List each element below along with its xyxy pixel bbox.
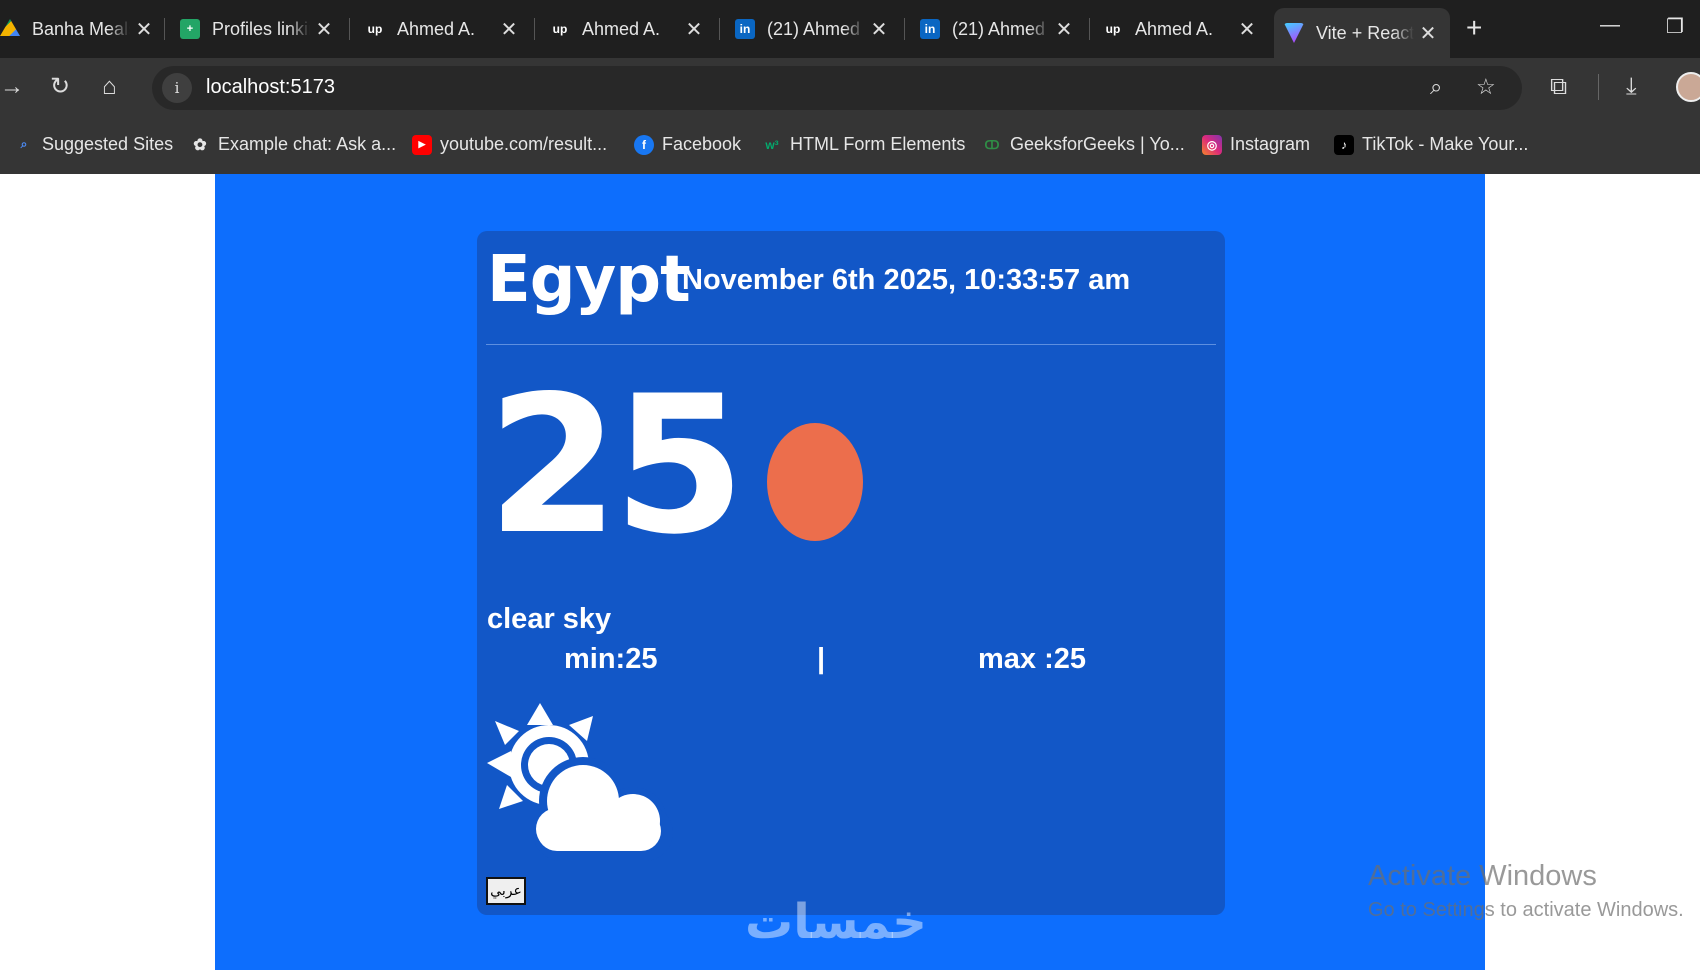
activate-windows-title: Activate Windows (1368, 860, 1597, 892)
tab-title: Banha Meals (32, 18, 130, 39)
tab-vite-react[interactable]: Vite + React ✕ (1274, 8, 1450, 58)
profile-avatar[interactable] (1676, 72, 1700, 102)
bookmark-label: TikTok - Make Your... (1362, 134, 1529, 154)
tab-separator (534, 18, 535, 40)
sun-circle-icon (767, 423, 863, 541)
close-icon[interactable]: ✕ (680, 17, 708, 42)
tab-title: (21) Ahmed (767, 18, 861, 39)
activate-windows-subtitle: Go to Settings to activate Windows. (1368, 899, 1684, 921)
tab-title: Vite + React (1316, 22, 1414, 43)
minimize-icon[interactable]: — (1600, 14, 1620, 37)
youtube-icon: ▶ (412, 134, 432, 155)
min-max-separator: | (817, 643, 826, 675)
linkedin-icon: in (920, 19, 940, 39)
tab-separator (719, 18, 720, 40)
reload-icon[interactable]: ↻ (50, 72, 70, 102)
language-toggle-button[interactable]: عربي (486, 877, 526, 905)
tab-title: Ahmed A. (1135, 18, 1214, 39)
bookmark-html-form-elements[interactable]: w³ HTML Form Elements (762, 134, 965, 155)
instagram-icon: ◎ (1202, 134, 1222, 155)
bookmark-label: Facebook (662, 134, 742, 154)
max-temperature: max :25 (978, 643, 1087, 675)
bookmarks-bar: ⌕ Suggested Sites ✿ Example chat: Ask a.… (0, 116, 1700, 174)
zoom-search-icon[interactable]: ⌕ (1430, 74, 1442, 100)
w3schools-icon: w³ (765, 137, 779, 152)
tab-strip: Banha Meals ✕ + Profiles linking ✕ up Ah… (0, 0, 1700, 58)
new-tab-plus-icon[interactable]: + (1466, 14, 1482, 42)
linkedin-icon: in (735, 19, 755, 39)
tab-separator (904, 18, 905, 40)
upwork-icon: up (1105, 22, 1121, 36)
search-icon: ⌕ (20, 137, 28, 151)
bookmark-star-icon[interactable]: ☆ (1476, 74, 1496, 100)
bookmark-label: youtube.com/result... (440, 134, 608, 154)
address-bar[interactable]: i localhost:5173 ⌕ ☆ (152, 66, 1522, 110)
date-time: November 6th 2025, 10:33:57 am (682, 264, 1131, 296)
bookmark-facebook[interactable]: f Facebook (634, 134, 741, 155)
bookmark-tiktok[interactable]: ♪ TikTok - Make Your... (1334, 134, 1528, 155)
tab-linkedin-1[interactable]: in (21) Ahmed ✕ (725, 8, 901, 50)
tab-upwork-3[interactable]: up Ahmed A. ✕ (1093, 8, 1269, 50)
facebook-icon: f (634, 134, 654, 155)
tab-upwork-2[interactable]: up Ahmed A. ✕ (540, 8, 716, 50)
close-icon[interactable]: ✕ (1233, 17, 1261, 42)
forward-arrow-icon[interactable]: → (0, 72, 24, 102)
activate-windows-notice: Activate Windows Go to Settings to activ… (1368, 860, 1684, 922)
bookmark-geeksforgeeks[interactable]: ↀ GeeksforGeeks | Yo... (982, 134, 1185, 155)
bookmark-label: HTML Form Elements (790, 134, 966, 154)
close-icon[interactable]: ✕ (495, 17, 523, 42)
tab-upwork-1[interactable]: up Ahmed A. ✕ (355, 8, 531, 50)
khamsat-watermark: خمسات (745, 894, 927, 950)
browser-toolbar: → ↻ ⌂ i localhost:5173 ⌕ ☆ ⧉ ⤓ (0, 58, 1700, 116)
tab-separator (1089, 18, 1090, 40)
bookmark-label: GeeksforGeeks | Yo... (1010, 134, 1185, 154)
tab-linkedin-2[interactable]: in (21) Ahmed ✕ (910, 8, 1086, 50)
tab-title: Ahmed A. (582, 18, 661, 39)
close-icon[interactable]: ✕ (310, 17, 338, 42)
toolbar-separator (1598, 74, 1599, 100)
close-icon[interactable]: ✕ (865, 17, 893, 42)
bookmark-youtube[interactable]: ▶ youtube.com/result... (412, 134, 607, 155)
bookmark-label: Example chat: Ask a... (218, 134, 397, 154)
restore-window-icon[interactable]: ❐ (1666, 14, 1684, 39)
home-icon[interactable]: ⌂ (102, 72, 117, 102)
download-icon[interactable]: ⤓ (1626, 72, 1637, 102)
close-icon[interactable]: ✕ (130, 17, 158, 42)
min-max-row: min:25 | max :25 (487, 643, 1215, 683)
tab-title: Profiles linking (212, 18, 310, 39)
url-text[interactable]: localhost:5173 (206, 76, 335, 99)
openai-icon: ✿ (193, 136, 207, 154)
page-viewport: Egypt November 6th 2025, 10:33:57 am 25 … (0, 174, 1700, 970)
google-sheets-icon: + (180, 19, 200, 39)
tab-profiles-linking[interactable]: + Profiles linking ✕ (170, 8, 346, 50)
tab-separator (349, 18, 350, 40)
min-temperature: min:25 (564, 643, 658, 675)
weather-description: clear sky (487, 603, 612, 635)
close-icon[interactable]: ✕ (1050, 17, 1078, 42)
tab-banha-meals[interactable]: Banha Meals ✕ (0, 8, 166, 50)
city-name: Egypt (487, 243, 691, 317)
upwork-icon: up (552, 22, 568, 36)
tiktok-icon: ♪ (1334, 134, 1354, 155)
temperature-value: 25 (487, 355, 745, 576)
extensions-puzzle-icon[interactable]: ⧉ (1550, 72, 1567, 102)
bookmark-suggested-sites[interactable]: ⌕ Suggested Sites (14, 134, 173, 155)
bookmark-instagram[interactable]: ◎ Instagram (1202, 134, 1310, 155)
tab-separator (164, 18, 165, 40)
tab-title: (21) Ahmed (952, 18, 1046, 39)
vite-icon (1284, 23, 1304, 43)
close-icon[interactable]: ✕ (1414, 21, 1442, 46)
geeksforgeeks-icon: ↀ (984, 137, 1000, 152)
divider (486, 344, 1216, 345)
sun-behind-cloud-icon (487, 703, 673, 861)
weather-card: Egypt November 6th 2025, 10:33:57 am 25 … (477, 231, 1225, 915)
bookmark-label: Suggested Sites (42, 134, 174, 154)
site-info-icon[interactable]: i (162, 73, 192, 103)
google-drive-icon (0, 19, 20, 36)
bookmark-label: Instagram (1230, 134, 1311, 154)
bookmark-chatgpt[interactable]: ✿ Example chat: Ask a... (190, 134, 396, 155)
tab-title: Ahmed A. (397, 18, 476, 39)
upwork-icon: up (367, 22, 383, 36)
